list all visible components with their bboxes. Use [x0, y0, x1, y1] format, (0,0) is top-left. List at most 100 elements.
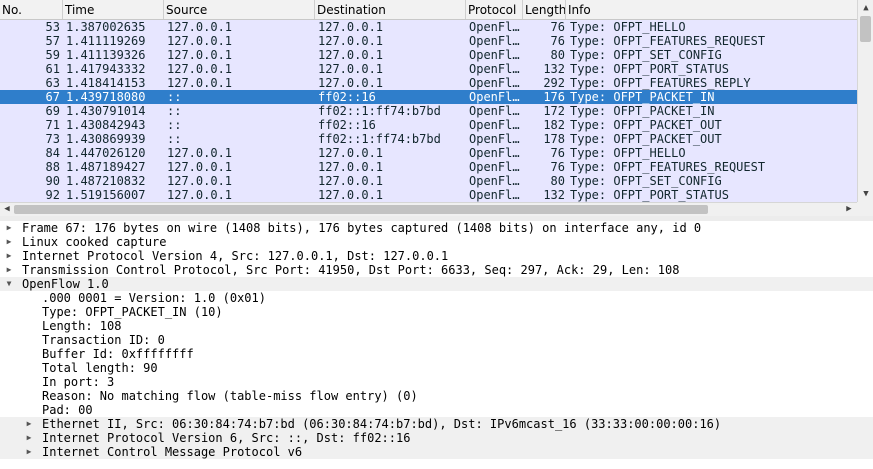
- detail-tree-node[interactable]: Pad: 00: [0, 403, 873, 417]
- vertical-scroll-thumb[interactable]: [860, 16, 871, 42]
- detail-tree-node[interactable]: Total length: 90: [0, 361, 873, 375]
- detail-tree-node[interactable]: ▶ Frame 67: 176 bytes on wire (1408 bits)…: [0, 221, 873, 235]
- detail-tree-node[interactable]: ▶ Internet Control Message Protocol v6: [0, 445, 873, 459]
- detail-tree-node[interactable]: ▶ Transmission Control Protocol, Src Port…: [0, 263, 873, 277]
- packet-list-vertical-scrollbar[interactable]: ▲ ▼: [857, 0, 873, 202]
- packet-info-cell: Type: OFPT_PACKET_IN: [570, 104, 715, 118]
- expand-arrow-icon[interactable]: ▶: [24, 431, 34, 445]
- detail-tree-node[interactable]: ▶ Internet Protocol Version 6, Src: ::, D…: [0, 431, 873, 445]
- detail-node-label: Type: OFPT_PACKET_IN (10): [42, 305, 223, 319]
- packet-no-cell: 84: [45, 146, 60, 160]
- detail-node-label: In port: 3: [42, 375, 115, 389]
- packet-row[interactable]: 61 1.417943332 127.0.0.1 127.0.0.1 OpenFl… 13…: [0, 62, 857, 76]
- packet-no-cell: 61: [45, 62, 60, 76]
- detail-node-label: Frame 67: 176 bytes on wire (1408 bits),…: [22, 221, 702, 235]
- packet-row[interactable]: 88 1.487189427 127.0.0.1 127.0.0.1 OpenFl… 76…: [0, 160, 857, 174]
- detail-tree-node[interactable]: Buffer Id: 0xffffffff: [0, 347, 873, 361]
- packet-info-cell: Type: OFPT_PORT_STATUS: [570, 62, 729, 76]
- packet-row[interactable]: 57 1.411119269 127.0.0.1 127.0.0.1 OpenFl… 76…: [0, 34, 857, 48]
- packet-time-cell: 1.430842943: [66, 118, 146, 132]
- packet-row[interactable]: 92 1.519156007 127.0.0.1 127.0.0.1 OpenFl… 13…: [0, 188, 857, 202]
- packet-source-cell: ::: [167, 90, 182, 104]
- detail-tree-node[interactable]: Type: OFPT_PACKET_IN (10): [0, 305, 873, 319]
- packet-destination-cell: 127.0.0.1: [318, 76, 384, 90]
- scroll-up-arrow-icon[interactable]: ▲: [861, 2, 871, 14]
- detail-tree-node[interactable]: ▶ Internet Protocol Version 4, Src: 127.0…: [0, 249, 873, 263]
- packet-time-cell: 1.487210832: [66, 174, 146, 188]
- packet-length-cell: 182: [543, 118, 565, 132]
- packet-list[interactable]: No. Time Source Destination Protocol Len…: [0, 0, 873, 217]
- column-header-protocol[interactable]: Protocol: [466, 0, 523, 19]
- packet-time-cell: 1.387002635: [66, 20, 146, 34]
- scroll-down-arrow-icon[interactable]: ▼: [861, 188, 871, 200]
- packet-time-cell: 1.430869939: [66, 132, 146, 146]
- packet-no-cell: 73: [45, 132, 60, 146]
- packet-time-cell: 1.411139326: [66, 48, 146, 62]
- expand-arrow-icon[interactable]: ▶: [4, 249, 14, 263]
- packet-destination-cell: 127.0.0.1: [318, 160, 384, 174]
- expand-arrow-icon[interactable]: ▶: [24, 417, 34, 431]
- packet-row-selected[interactable]: 67 1.439718080:: ff02::16 OpenFl… 176 Type: O…: [0, 90, 857, 104]
- detail-node-label: Transaction ID: 0: [42, 333, 165, 347]
- packet-row[interactable]: 73 1.430869939:: ff02::1:ff74:b7bd OpenFl… 1…: [0, 132, 857, 146]
- packet-list-horizontal-scrollbar[interactable]: ◀ ▶: [0, 202, 857, 216]
- packet-no-cell: 67: [45, 90, 60, 104]
- packet-row[interactable]: 63 1.418414153 127.0.0.1 127.0.0.1 OpenFl… 29…: [0, 76, 857, 90]
- detail-node-label: Pad: 00: [42, 403, 93, 417]
- packet-time-cell: 1.418414153: [66, 76, 146, 90]
- expand-arrow-icon[interactable]: ▶: [4, 263, 14, 277]
- column-header-source[interactable]: Source: [164, 0, 315, 19]
- packet-length-cell: 76: [550, 34, 565, 48]
- detail-tree-node[interactable]: ▼ OpenFlow 1.0: [0, 277, 873, 291]
- column-header-no[interactable]: No.: [0, 0, 63, 19]
- packet-row[interactable]: 90 1.487210832 127.0.0.1 127.0.0.1 OpenFl… 80…: [0, 174, 857, 188]
- packet-time-cell: 1.487189427: [66, 160, 146, 174]
- column-header-destination[interactable]: Destination: [315, 0, 466, 19]
- expand-arrow-icon[interactable]: ▶: [4, 221, 14, 235]
- detail-tree-node[interactable]: ▶ Ethernet II, Src: 06:30:84:74:b7:bd (06…: [0, 417, 873, 431]
- detail-tree-node[interactable]: Reason: No matching flow (table-miss flo…: [0, 389, 873, 403]
- column-header-info[interactable]: Info: [566, 0, 857, 19]
- detail-node-label: Total length: 90: [42, 361, 158, 375]
- detail-tree-node[interactable]: Transaction ID: 0: [0, 333, 873, 347]
- detail-tree-node[interactable]: .000 0001 = Version: 1.0 (0x01): [0, 291, 873, 305]
- detail-tree-node[interactable]: In port: 3: [0, 375, 873, 389]
- packet-destination-cell: 127.0.0.1: [318, 34, 384, 48]
- collapse-arrow-icon[interactable]: ▼: [4, 277, 14, 291]
- packet-length-cell: 176: [543, 90, 565, 104]
- packet-no-cell: 59: [45, 48, 60, 62]
- packet-row[interactable]: 84 1.447026120 127.0.0.1 127.0.0.1 OpenFl… 76…: [0, 146, 857, 160]
- packet-protocol-cell: OpenFl…: [469, 118, 520, 132]
- detail-tree-node[interactable]: Length: 108: [0, 319, 873, 333]
- packet-length-cell: 76: [550, 160, 565, 174]
- packet-details-tree[interactable]: ▶ Frame 67: 176 bytes on wire (1408 bits)…: [0, 221, 873, 469]
- packet-length-cell: 132: [543, 188, 565, 202]
- packet-source-cell: 127.0.0.1: [167, 62, 233, 76]
- column-header-time[interactable]: Time: [63, 0, 164, 19]
- packet-row[interactable]: 53 1.387002635 127.0.0.1 127.0.0.1 OpenFl… 76…: [0, 20, 857, 34]
- detail-tree-node[interactable]: ▶ Linux cooked capture: [0, 235, 873, 249]
- packet-info-cell: Type: OFPT_FEATURES_REQUEST: [570, 34, 766, 48]
- detail-node-label: Buffer Id: 0xffffffff: [42, 347, 194, 361]
- horizontal-scroll-thumb[interactable]: [14, 205, 708, 214]
- expand-arrow-icon[interactable]: ▶: [24, 445, 34, 459]
- scroll-left-arrow-icon[interactable]: ◀: [1, 203, 13, 217]
- packet-info-cell: Type: OFPT_HELLO: [570, 146, 686, 160]
- packet-destination-cell: 127.0.0.1: [318, 62, 384, 76]
- column-header-length[interactable]: Length: [523, 0, 566, 19]
- packet-info-cell: Type: OFPT_PACKET_OUT: [570, 118, 722, 132]
- packet-source-cell: 127.0.0.1: [167, 48, 233, 62]
- scroll-right-arrow-icon[interactable]: ▶: [843, 203, 855, 217]
- packet-row[interactable]: 71 1.430842943:: ff02::16 OpenFl… 182 Type: O…: [0, 118, 857, 132]
- expand-arrow-icon[interactable]: ▶: [4, 235, 14, 249]
- packet-no-cell: 88: [45, 160, 60, 174]
- packet-no-cell: 69: [45, 104, 60, 118]
- packet-source-cell: 127.0.0.1: [167, 34, 233, 48]
- packet-destination-cell: 127.0.0.1: [318, 188, 384, 202]
- packet-protocol-cell: OpenFl…: [469, 146, 520, 160]
- packet-destination-cell: ff02::16: [318, 90, 376, 104]
- packet-row[interactable]: 59 1.411139326 127.0.0.1 127.0.0.1 OpenFl… 80…: [0, 48, 857, 62]
- packet-time-cell: 1.430791014: [66, 104, 146, 118]
- packet-row[interactable]: 69 1.430791014:: ff02::1:ff74:b7bd OpenFl… 1…: [0, 104, 857, 118]
- packet-length-cell: 292: [543, 76, 565, 90]
